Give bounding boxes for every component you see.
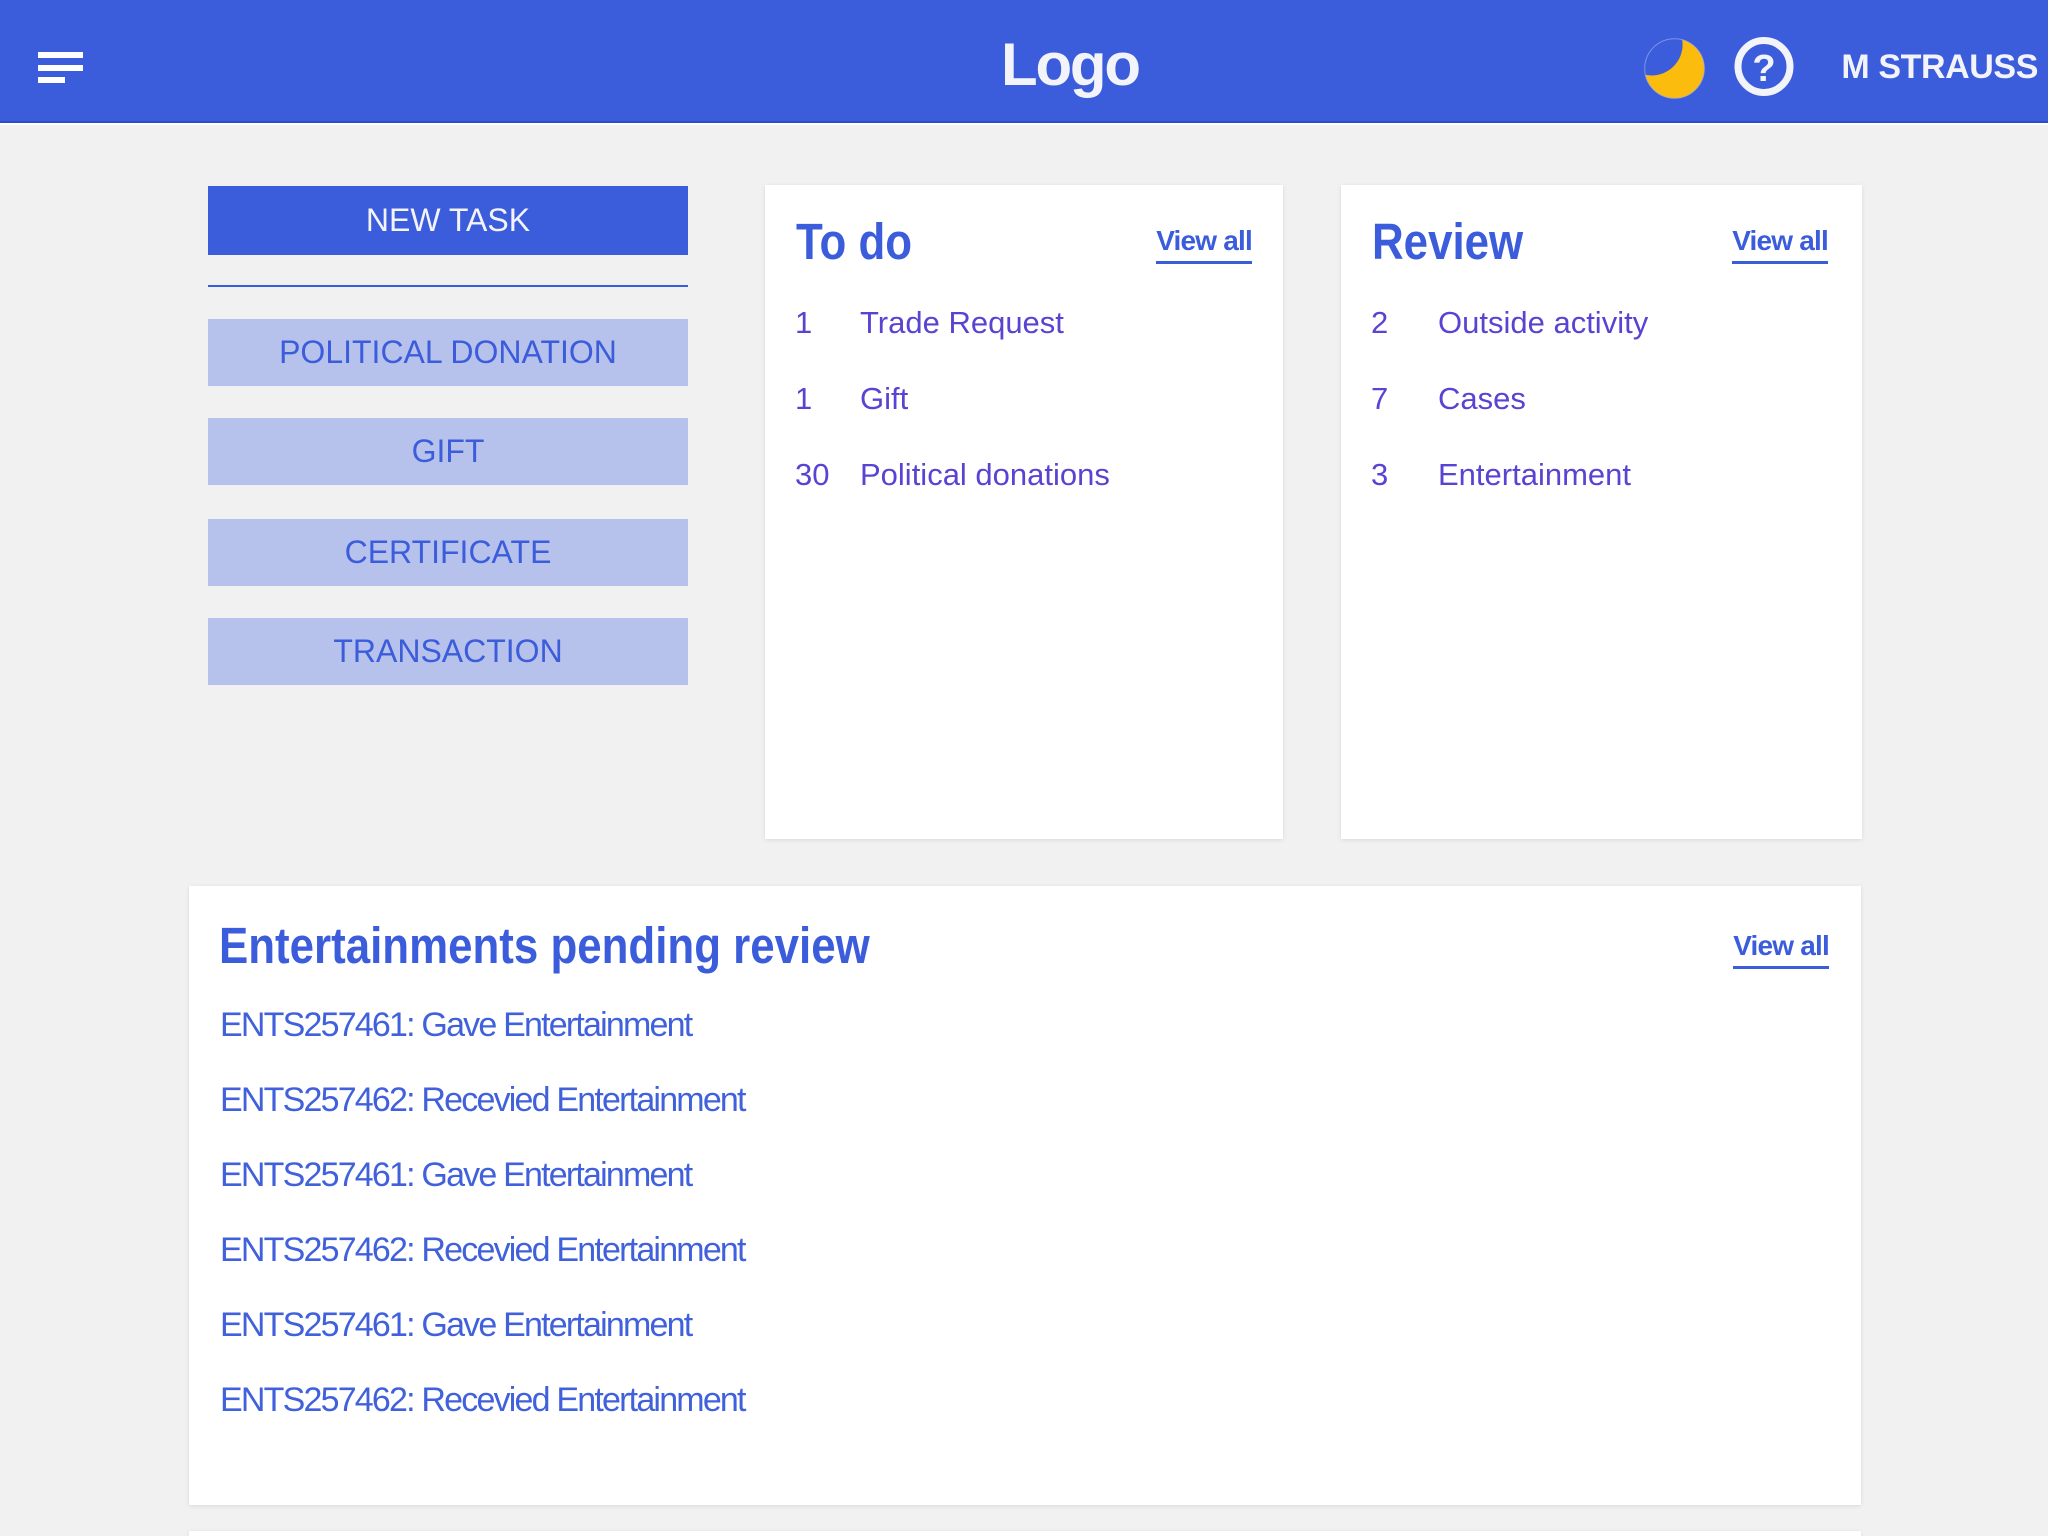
svg-text:?: ? bbox=[1752, 48, 1775, 90]
